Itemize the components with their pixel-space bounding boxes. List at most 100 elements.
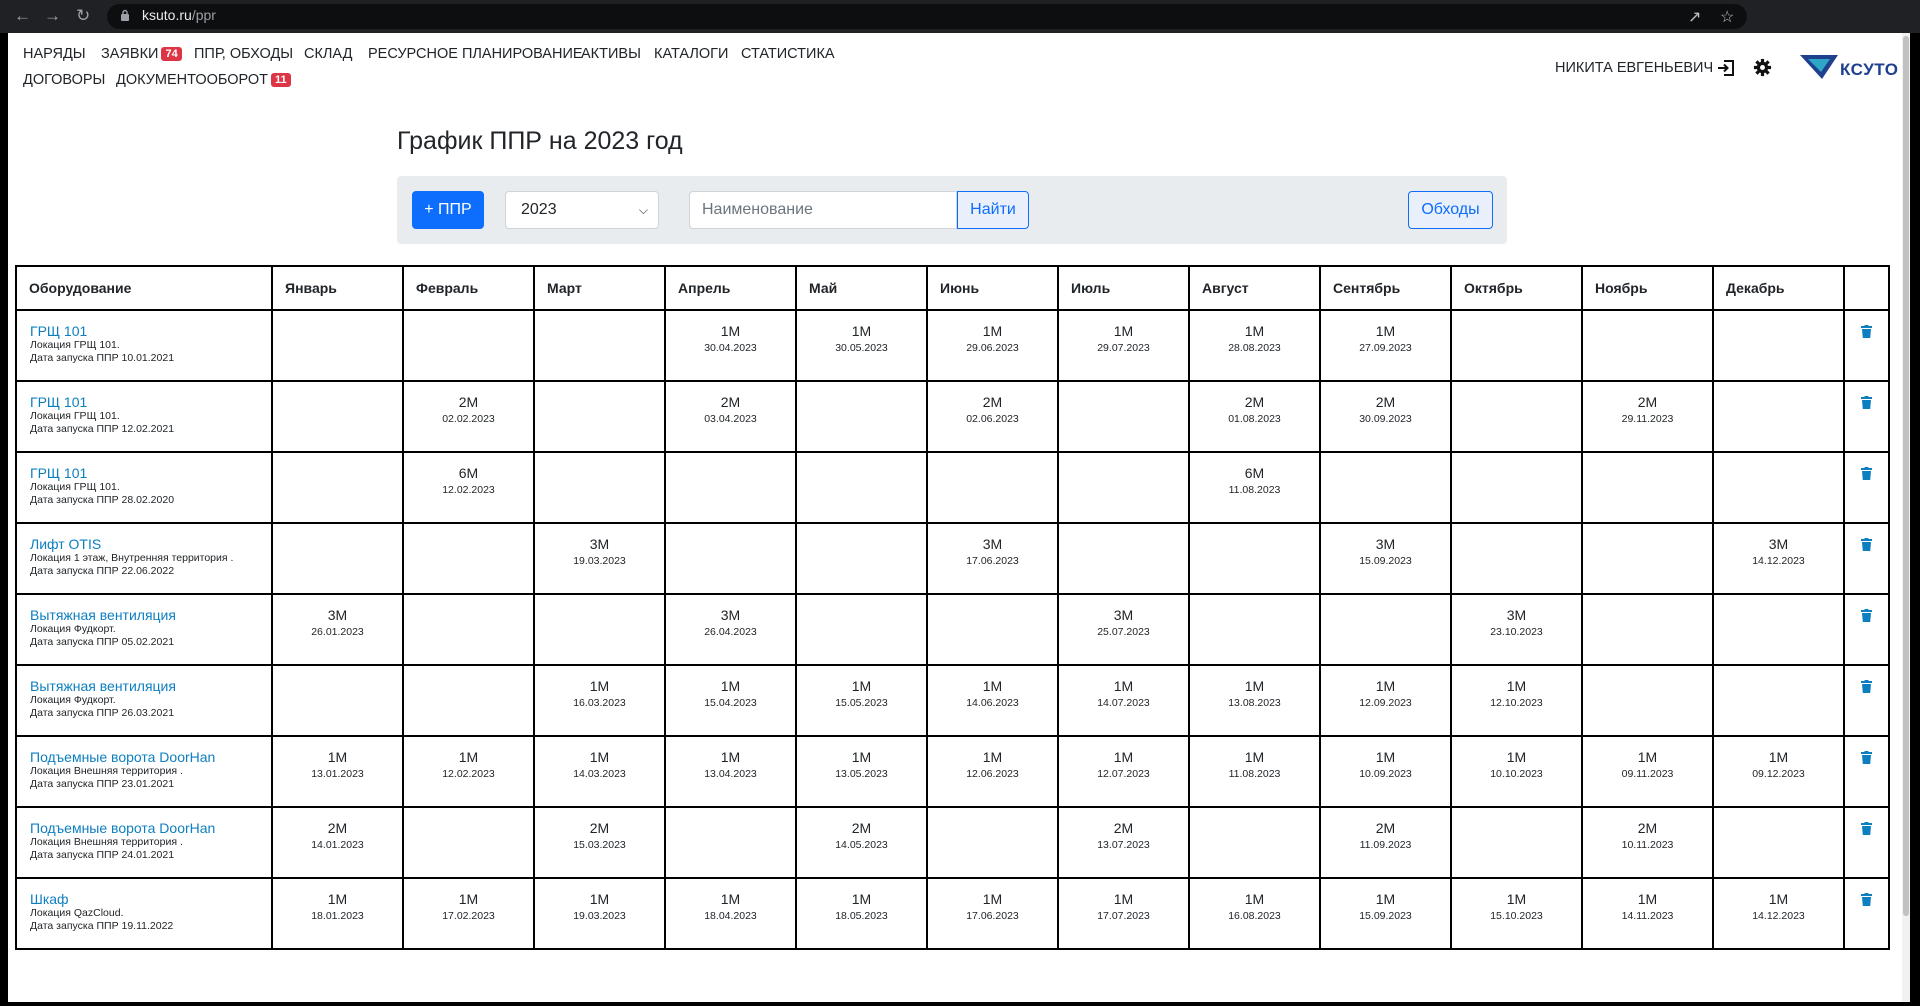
logout-icon[interactable] <box>1717 59 1735 77</box>
schedule-cell[interactable]: 1М 19.03.2023 <box>533 877 666 950</box>
schedule-cell[interactable]: 2М 13.07.2023 <box>1057 806 1190 879</box>
equipment-link[interactable]: Шкаф <box>30 891 271 907</box>
schedule-cell[interactable]: 1М 13.01.2023 <box>271 735 404 808</box>
nav-item-assets[interactable]: АКТИВЫ <box>581 46 641 62</box>
trash-icon[interactable] <box>1861 467 1872 480</box>
schedule-cell[interactable]: 1М 30.05.2023 <box>795 309 928 382</box>
schedule-cell[interactable]: 3М 23.10.2023 <box>1450 593 1583 666</box>
nav-item-ppr[interactable]: ППР, ОБХОДЫ <box>194 46 293 62</box>
schedule-cell[interactable]: 2М 02.06.2023 <box>926 380 1059 453</box>
schedule-cell[interactable]: 1М 14.11.2023 <box>1581 877 1714 950</box>
trash-icon[interactable] <box>1861 893 1872 906</box>
schedule-cell[interactable]: 1М 17.07.2023 <box>1057 877 1190 950</box>
schedule-cell[interactable]: 1М 12.06.2023 <box>926 735 1059 808</box>
equipment-link[interactable]: ГРЩ 101 <box>30 465 271 481</box>
star-icon[interactable]: ☆ <box>1720 7 1734 27</box>
equipment-link[interactable]: Лифт OTIS <box>30 536 271 552</box>
year-select[interactable]: 2023 ⌵ <box>505 191 659 229</box>
find-button[interactable]: Найти <box>957 191 1029 229</box>
schedule-cell[interactable]: 3М 19.03.2023 <box>533 522 666 595</box>
nav-item-contracts[interactable]: ДОГОВОРЫ <box>23 72 105 88</box>
nav-item-catalogs[interactable]: КАТАЛОГИ <box>654 46 728 62</box>
nav-item-orders[interactable]: НАРЯДЫ <box>23 46 86 62</box>
trash-icon[interactable] <box>1861 396 1872 409</box>
schedule-cell[interactable]: 1М 15.09.2023 <box>1319 877 1452 950</box>
schedule-cell[interactable]: 2М 03.04.2023 <box>664 380 797 453</box>
schedule-cell[interactable]: 3М 26.01.2023 <box>271 593 404 666</box>
rounds-button[interactable]: Обходы <box>1408 191 1493 229</box>
schedule-cell[interactable]: 1М 15.04.2023 <box>664 664 797 737</box>
schedule-cell[interactable]: 1М 30.04.2023 <box>664 309 797 382</box>
reload-icon[interactable]: ↻ <box>76 6 90 26</box>
schedule-cell[interactable]: 1М 13.05.2023 <box>795 735 928 808</box>
schedule-cell[interactable]: 3М 14.12.2023 <box>1712 522 1845 595</box>
schedule-cell[interactable]: 2М 30.09.2023 <box>1319 380 1452 453</box>
equipment-link[interactable]: ГРЩ 101 <box>30 323 271 339</box>
schedule-cell[interactable]: 1М 11.08.2023 <box>1188 735 1321 808</box>
trash-icon[interactable] <box>1861 609 1872 622</box>
schedule-cell[interactable]: 1М 18.04.2023 <box>664 877 797 950</box>
schedule-cell[interactable]: 2М 29.11.2023 <box>1581 380 1714 453</box>
schedule-cell[interactable]: 2М 14.05.2023 <box>795 806 928 879</box>
schedule-cell[interactable]: 1М 10.10.2023 <box>1450 735 1583 808</box>
schedule-cell[interactable]: 1М 17.02.2023 <box>402 877 535 950</box>
schedule-cell[interactable]: 6М 12.02.2023 <box>402 451 535 524</box>
schedule-cell[interactable]: 1М 14.12.2023 <box>1712 877 1845 950</box>
schedule-cell[interactable]: 2М 15.03.2023 <box>533 806 666 879</box>
schedule-cell[interactable]: 1М 12.02.2023 <box>402 735 535 808</box>
nav-item-requests[interactable]: ЗАЯВКИ 74 <box>101 46 182 62</box>
equipment-link[interactable]: Подъемные ворота DoorHan <box>30 820 271 836</box>
nav-item-warehouse[interactable]: СКЛАД <box>304 46 352 62</box>
schedule-cell[interactable]: 2М 10.11.2023 <box>1581 806 1714 879</box>
trash-icon[interactable] <box>1861 822 1872 835</box>
schedule-cell[interactable]: 1М 14.07.2023 <box>1057 664 1190 737</box>
nav-item-documents[interactable]: ДОКУМЕНТООБОРОТ 11 <box>116 72 291 88</box>
schedule-cell[interactable]: 1М 14.06.2023 <box>926 664 1059 737</box>
schedule-cell[interactable]: 3М 26.04.2023 <box>664 593 797 666</box>
company-logo[interactable]: КСУТО <box>1800 53 1898 83</box>
url-text[interactable]: ksuto.ru/ppr <box>142 7 216 23</box>
equipment-link[interactable]: Вытяжная вентиляция <box>30 607 271 623</box>
schedule-cell[interactable]: 1М 29.07.2023 <box>1057 309 1190 382</box>
schedule-cell[interactable]: 1М 16.08.2023 <box>1188 877 1321 950</box>
trash-icon[interactable] <box>1861 538 1872 551</box>
schedule-cell[interactable]: 2М 02.02.2023 <box>402 380 535 453</box>
schedule-cell[interactable]: 1М 15.10.2023 <box>1450 877 1583 950</box>
schedule-cell[interactable]: 1М 12.10.2023 <box>1450 664 1583 737</box>
equipment-link[interactable]: Вытяжная вентиляция <box>30 678 271 694</box>
schedule-cell[interactable]: 1М 29.06.2023 <box>926 309 1059 382</box>
schedule-cell[interactable]: 3М 17.06.2023 <box>926 522 1059 595</box>
equipment-link[interactable]: Подъемные ворота DoorHan <box>30 749 271 765</box>
schedule-cell[interactable]: 1М 09.12.2023 <box>1712 735 1845 808</box>
schedule-cell[interactable]: 1М 15.05.2023 <box>795 664 928 737</box>
schedule-cell[interactable]: 1М 13.08.2023 <box>1188 664 1321 737</box>
trash-icon[interactable] <box>1861 325 1872 338</box>
equipment-link[interactable]: ГРЩ 101 <box>30 394 271 410</box>
schedule-cell[interactable]: 1М 10.09.2023 <box>1319 735 1452 808</box>
schedule-cell[interactable]: 1М 16.03.2023 <box>533 664 666 737</box>
schedule-cell[interactable]: 1М 18.05.2023 <box>795 877 928 950</box>
schedule-cell[interactable]: 1М 18.01.2023 <box>271 877 404 950</box>
schedule-cell[interactable]: 3М 15.09.2023 <box>1319 522 1452 595</box>
trash-icon[interactable] <box>1861 680 1872 693</box>
share-icon[interactable]: ↗ <box>1688 7 1701 27</box>
trash-icon[interactable] <box>1861 751 1872 764</box>
schedule-cell[interactable]: 1М 12.07.2023 <box>1057 735 1190 808</box>
schedule-cell[interactable]: 1М 17.06.2023 <box>926 877 1059 950</box>
scrollbar-thumb[interactable] <box>1903 36 1909 916</box>
schedule-cell[interactable]: 1М 28.08.2023 <box>1188 309 1321 382</box>
user-name[interactable]: НИКИТА ЕВГЕНЬЕВИЧ <box>1555 60 1713 76</box>
address-bar[interactable] <box>107 4 1747 29</box>
add-ppr-button[interactable]: + ППР <box>412 191 484 229</box>
schedule-cell[interactable]: 2М 11.09.2023 <box>1319 806 1452 879</box>
schedule-cell[interactable]: 1М 13.04.2023 <box>664 735 797 808</box>
schedule-cell[interactable]: 3М 25.07.2023 <box>1057 593 1190 666</box>
schedule-cell[interactable]: 1М 14.03.2023 <box>533 735 666 808</box>
schedule-cell[interactable]: 2М 01.08.2023 <box>1188 380 1321 453</box>
gear-icon[interactable] <box>1753 58 1772 77</box>
schedule-cell[interactable]: 6М 11.08.2023 <box>1188 451 1321 524</box>
search-input[interactable] <box>689 191 957 229</box>
schedule-cell[interactable]: 1М 09.11.2023 <box>1581 735 1714 808</box>
nav-item-resource-planning[interactable]: РЕСУРСНОЕ ПЛАНИРОВАНИЕ <box>368 46 583 62</box>
forward-icon[interactable]: → <box>44 6 61 26</box>
